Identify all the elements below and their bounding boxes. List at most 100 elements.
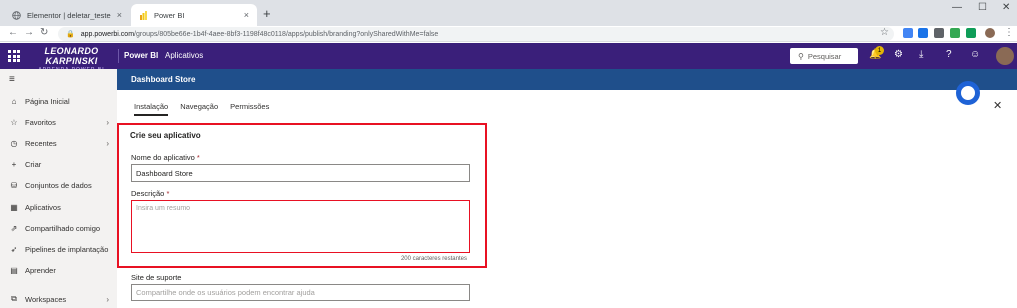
tab-permissoes[interactable]: Permissões xyxy=(230,102,269,116)
sidebar-item-aprender[interactable]: ▤ Aprender xyxy=(0,261,117,279)
tab-bar: Instalação Navegação Permissões xyxy=(134,102,269,116)
minimize-button[interactable]: — xyxy=(952,2,962,13)
sidebar-item-label: Aprender xyxy=(25,265,56,275)
chevron-right-icon: › xyxy=(106,117,109,127)
close-window-button[interactable]: ✕ xyxy=(1002,2,1010,13)
star-icon: ☆ xyxy=(10,117,18,127)
breadcrumb[interactable]: Aplicativos xyxy=(165,51,203,60)
rocket-icon: ➶ xyxy=(10,244,18,254)
database-icon: ⛁ xyxy=(10,180,18,190)
required-mark: * xyxy=(166,189,170,198)
character-counter: 200 caracteres restantes xyxy=(400,256,467,262)
sidebar: ≡ ⌂ Página Inicial ☆ Favoritos › ◷ Recen… xyxy=(0,69,117,308)
book-icon: ▤ xyxy=(10,265,18,275)
sidebar-item-label: Recentes xyxy=(25,138,57,148)
extension-icon[interactable] xyxy=(966,28,976,38)
support-site-placeholder: Compartilhe onde os usuários podem encon… xyxy=(136,288,315,297)
url-domain: app.powerbi.com xyxy=(80,30,135,38)
extension-icon[interactable] xyxy=(950,28,960,38)
sidebar-item-label: Criar xyxy=(25,159,42,169)
header-divider xyxy=(118,49,119,63)
close-tab-icon[interactable]: × xyxy=(117,10,122,20)
lock-icon: 🔒 xyxy=(66,31,75,38)
sidebar-item-pagina-inicial[interactable]: ⌂ Página Inicial xyxy=(0,92,117,110)
feedback-smile-icon[interactable]: ☺ xyxy=(970,49,980,60)
maximize-button[interactable]: ☐ xyxy=(978,2,987,13)
apps-icon: ▦ xyxy=(10,202,18,212)
extension-icon[interactable] xyxy=(934,28,944,38)
reload-icon[interactable]: ↻ xyxy=(40,27,48,38)
forward-icon[interactable]: → xyxy=(24,27,34,38)
sidebar-item-favoritos[interactable]: ☆ Favoritos › xyxy=(0,113,117,131)
sidebar-item-conjuntos-de-dados[interactable]: ⛁ Conjuntos de dados xyxy=(0,176,117,194)
url-path: /groups/805be66e-1b4f-4aee-8bf3-1198f48c… xyxy=(134,30,439,38)
cursor-highlight-icon xyxy=(956,81,980,105)
app-name-field[interactable]: Dashboard Store xyxy=(131,164,470,182)
browser-tab-title: Power BI xyxy=(154,10,185,20)
home-icon: ⌂ xyxy=(11,96,17,106)
browser-tab-title: Elementor | deletar_teste xyxy=(27,10,111,20)
sidebar-item-label: Workspaces xyxy=(25,294,67,304)
description-label-text: Descrição xyxy=(131,189,165,198)
app-launcher-icon[interactable] xyxy=(8,50,20,62)
search-box[interactable]: ⚲ Pesquisar xyxy=(790,48,858,64)
sidebar-item-label: Página Inicial xyxy=(25,96,70,106)
app-name-label-text: Nome do aplicativo xyxy=(131,153,195,162)
browser-tab-strip: Elementor | deletar_teste × Power BI × +… xyxy=(0,0,1017,26)
hamburger-menu-icon[interactable]: ≡ xyxy=(9,74,15,85)
sidebar-item-label: Compartilhado comigo xyxy=(25,223,101,233)
brand-name: LEONARDO KARPINSKI xyxy=(44,46,99,66)
workspaces-icon: ⧉ xyxy=(11,294,17,303)
description-field[interactable]: Insira um resumo xyxy=(131,200,470,253)
product-name[interactable]: Power BI xyxy=(124,51,158,60)
description-label: Descrição * xyxy=(131,189,169,198)
close-tab-icon[interactable]: × xyxy=(244,10,249,20)
browser-tab-powerbi[interactable]: Power BI × xyxy=(131,4,257,26)
sidebar-item-label: Favoritos xyxy=(25,117,56,127)
browser-tab-elementor[interactable]: Elementor | deletar_teste × xyxy=(4,4,130,26)
globe-icon xyxy=(12,10,21,20)
powerbi-header: LEONARDO KARPINSKI APRENDA POWER BI Powe… xyxy=(0,43,1017,73)
close-icon[interactable]: ✕ xyxy=(993,99,1002,112)
page-title: Dashboard Store xyxy=(117,69,1017,90)
tab-instalacao[interactable]: Instalação xyxy=(134,102,169,116)
extension-icon[interactable] xyxy=(918,28,928,38)
address-bar[interactable]: 🔒 app.powerbi.com /groups/805be66e-1b4f-… xyxy=(58,27,894,41)
tab-navegacao[interactable]: Navegação xyxy=(180,102,218,116)
support-site-field[interactable]: Compartilhe onde os usuários podem encon… xyxy=(131,284,470,301)
search-icon: ⚲ xyxy=(798,51,804,61)
clock-icon: ◷ xyxy=(10,138,18,148)
section-title: Crie seu aplicativo xyxy=(130,131,201,140)
new-tab-button[interactable]: + xyxy=(263,6,271,21)
profile-avatar[interactable] xyxy=(985,28,995,38)
download-icon[interactable]: ⤓ xyxy=(919,49,923,60)
sidebar-item-aplicativos[interactable]: ▦ Aplicativos xyxy=(0,198,117,216)
chevron-right-icon: › xyxy=(106,294,109,304)
notification-badge: 1 xyxy=(875,46,884,55)
sidebar-item-label: Conjuntos de dados xyxy=(25,180,92,190)
sidebar-item-compartilhado-comigo[interactable]: ⇗ Compartilhado comigo xyxy=(0,219,117,237)
bookmark-star-icon[interactable]: ☆ xyxy=(880,27,889,38)
sidebar-item-label: Aplicativos xyxy=(25,202,61,212)
app-name-label: Nome do aplicativo * xyxy=(131,153,200,162)
support-site-label: Site de suporte xyxy=(131,273,182,282)
sidebar-item-criar[interactable]: + Criar xyxy=(0,155,117,173)
app-name-value: Dashboard Store xyxy=(136,168,193,178)
help-icon[interactable]: ? xyxy=(946,49,952,60)
sidebar-item-pipelines[interactable]: ➶ Pipelines de implantação xyxy=(0,240,117,258)
description-placeholder: Insira um resumo xyxy=(136,205,191,212)
share-icon: ⇗ xyxy=(10,223,18,233)
sidebar-item-label: Pipelines de implantação xyxy=(25,244,109,254)
browser-toolbar: ← → ↻ 🔒 app.powerbi.com /groups/805be66e… xyxy=(0,26,1017,42)
main-content: Dashboard Store ✕ Instalação Navegação P… xyxy=(117,69,1017,308)
sidebar-item-recentes[interactable]: ◷ Recentes › xyxy=(0,134,117,152)
extension-icon[interactable] xyxy=(903,28,913,38)
back-icon[interactable]: ← xyxy=(8,27,18,38)
brand-logo[interactable]: LEONARDO KARPINSKI APRENDA POWER BI xyxy=(27,46,116,73)
sidebar-item-workspaces[interactable]: ⧉ Workspaces › xyxy=(0,290,117,308)
search-placeholder: Pesquisar xyxy=(807,51,842,61)
avatar[interactable] xyxy=(996,47,1014,65)
gear-icon[interactable]: ⚙ xyxy=(894,49,903,60)
browser-menu-icon[interactable]: ⋮ xyxy=(1004,27,1014,38)
plus-icon: + xyxy=(11,159,17,169)
